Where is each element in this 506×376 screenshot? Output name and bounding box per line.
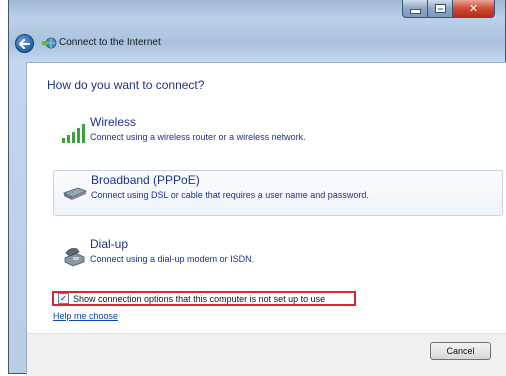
close-button[interactable]: ✕: [453, 0, 495, 18]
option-wireless[interactable]: Wireless Connect using a wireless router…: [53, 113, 501, 157]
show-options-checkbox-row[interactable]: ✓ Show connection options that this comp…: [52, 291, 356, 306]
cancel-button[interactable]: Cancel: [430, 342, 491, 360]
option-title: Dial-up: [90, 237, 129, 251]
option-title: Broadband (PPPoE): [91, 173, 200, 187]
show-options-checkbox[interactable]: ✓: [58, 293, 69, 304]
option-broadband[interactable]: Broadband (PPPoE) Connect using DSL or c…: [53, 170, 503, 216]
dialup-telephone-icon: [64, 248, 85, 267]
minimize-icon: [410, 10, 420, 13]
option-description: Connect using a wireless router or a wir…: [90, 132, 306, 142]
dialog-content: How do you want to connect? Wireless Con…: [26, 62, 506, 376]
option-description: Connect using a dial-up modem or ISDN.: [90, 254, 255, 264]
help-me-choose-link[interactable]: Help me choose: [53, 311, 118, 321]
minimize-button[interactable]: [402, 0, 428, 18]
back-arrow-icon: [19, 38, 30, 49]
window-title: Connect to the Internet: [59, 37, 161, 48]
wireless-signal-icon: [62, 124, 85, 143]
option-description: Connect using DSL or cable that requires…: [91, 190, 369, 200]
network-globe-icon: [42, 37, 57, 49]
maximize-button[interactable]: [428, 0, 453, 18]
dialog-footer: Cancel: [27, 333, 506, 376]
window-controls: ✕: [402, 0, 495, 18]
show-options-label: Show connection options that this comput…: [73, 293, 326, 304]
close-icon: ✕: [468, 2, 479, 15]
option-title: Wireless: [90, 115, 137, 129]
page-heading: How do you want to connect?: [47, 78, 205, 92]
option-dialup[interactable]: Dial-up Connect using a dial-up modem or…: [53, 235, 501, 279]
maximize-icon: [435, 5, 445, 12]
broadband-modem-icon: [62, 187, 88, 200]
checkmark-icon: ✓: [60, 293, 67, 303]
back-button[interactable]: [15, 34, 34, 53]
